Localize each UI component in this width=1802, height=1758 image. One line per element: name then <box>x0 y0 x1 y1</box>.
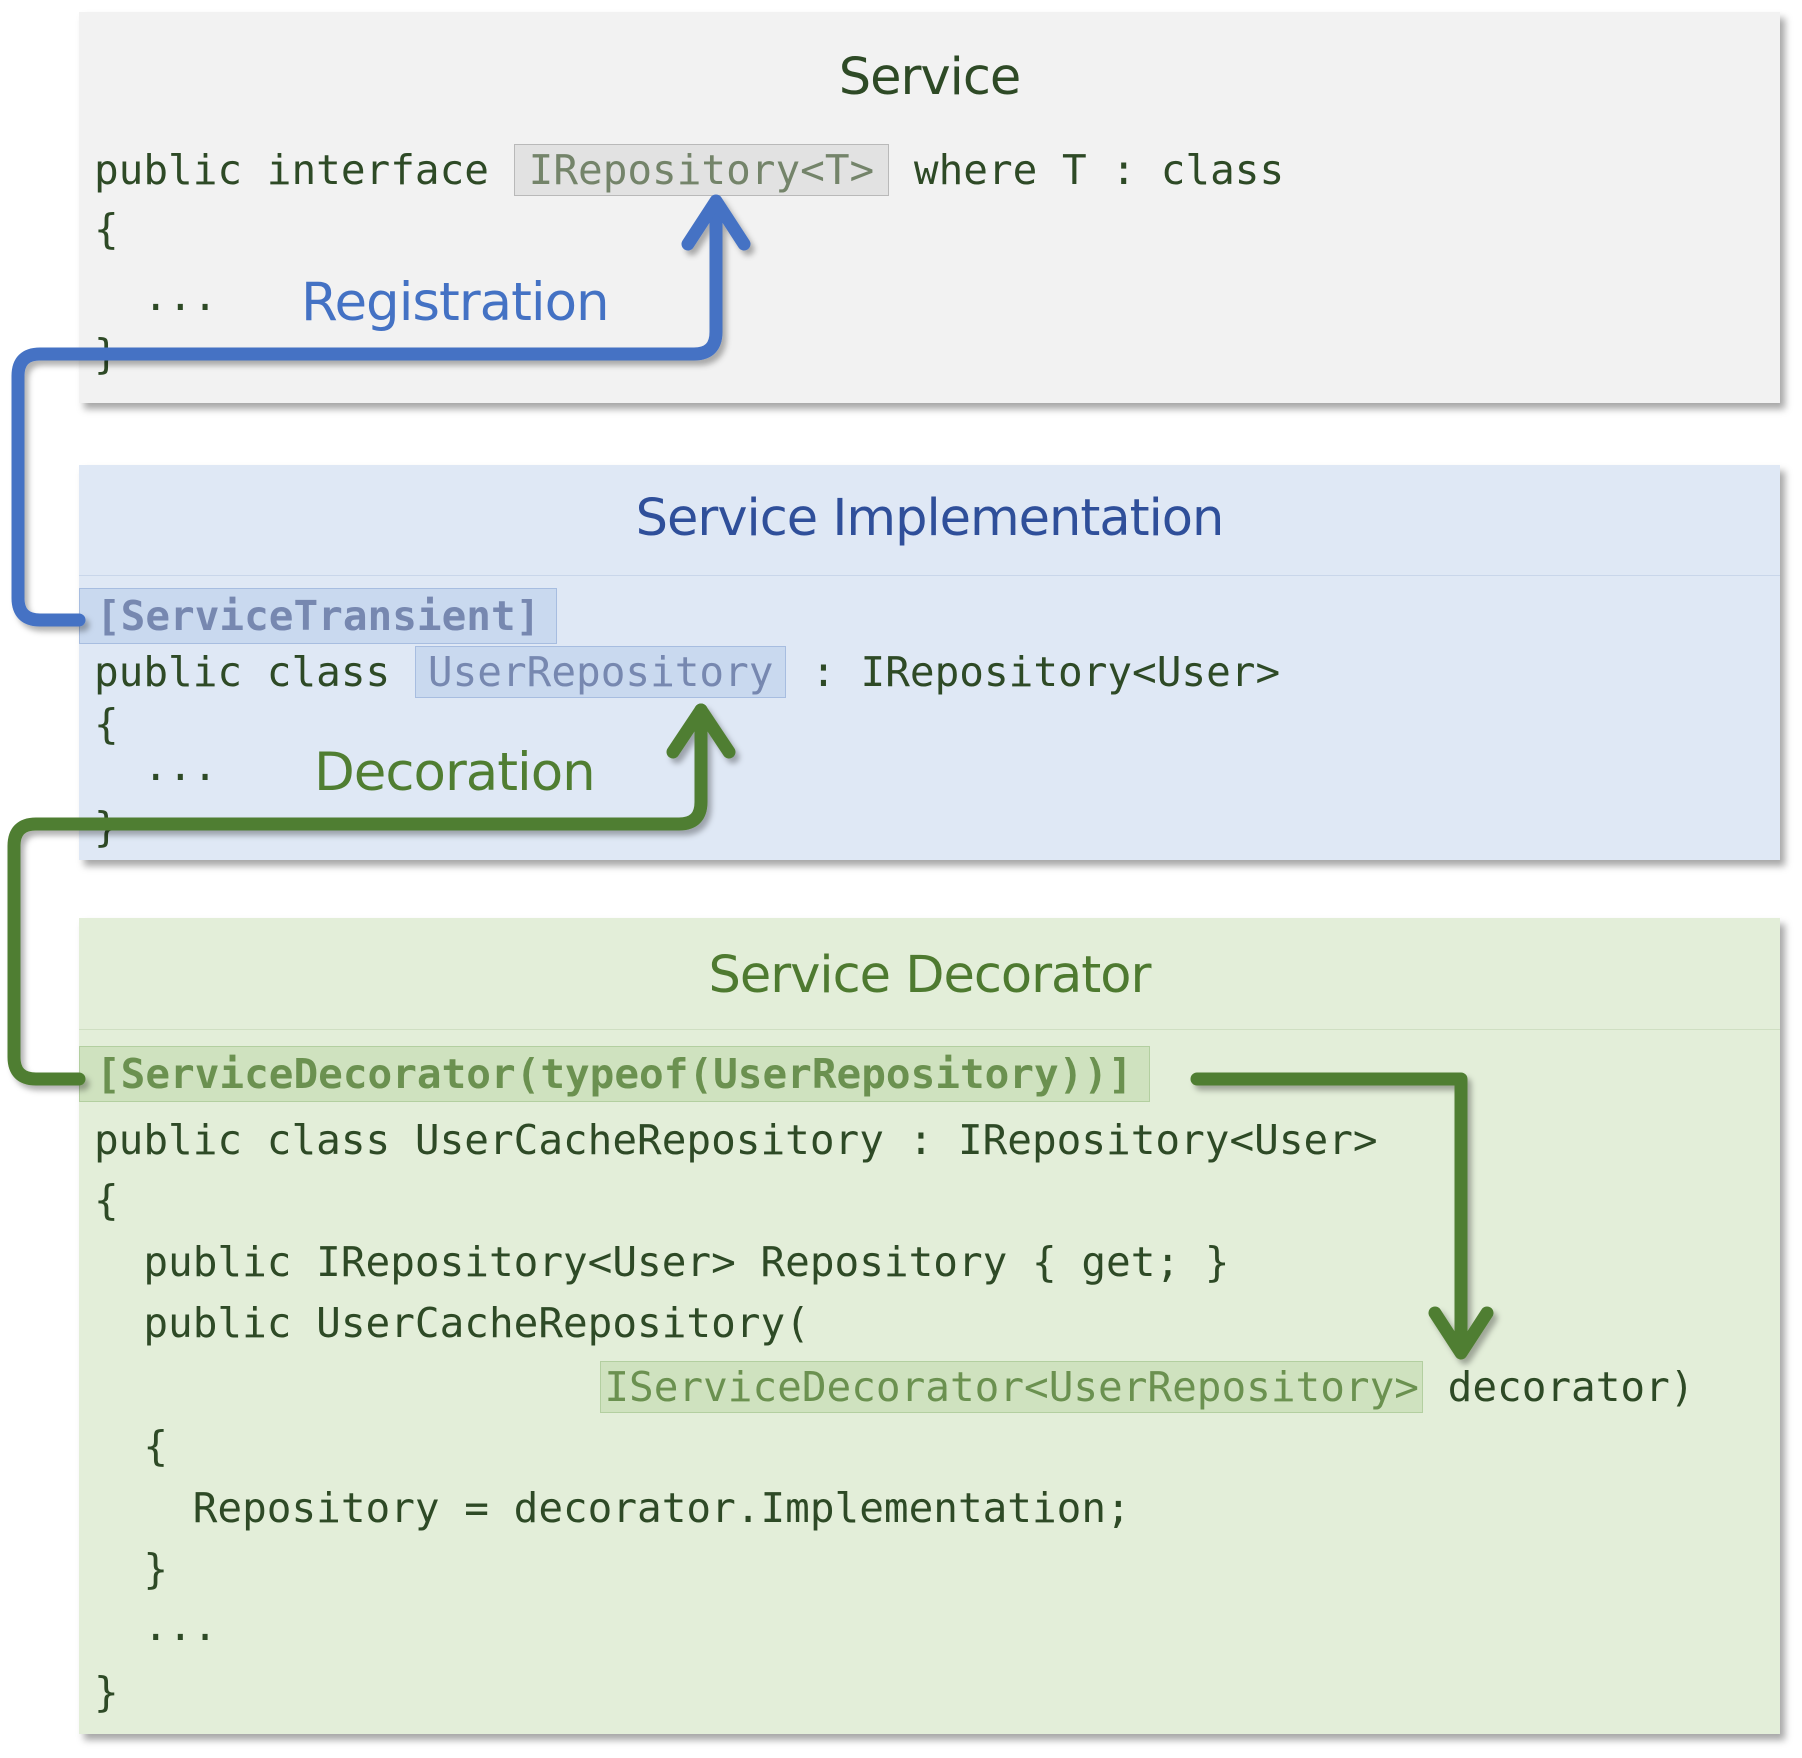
decorator-code-line-7: Repository = decorator.Implementation; <box>94 1484 1131 1532</box>
decorator-divider <box>79 1029 1780 1030</box>
service-panel: Service <box>79 12 1780 403</box>
service-constraint: where T : class <box>889 146 1285 194</box>
implementation-code-line-1: public class UserRepository : IRepositor… <box>94 646 1280 698</box>
decorator-code-line-1: public class UserCacheRepository : IRepo… <box>94 1116 1378 1164</box>
decorator-code-line-6: { <box>94 1422 169 1470</box>
implementation-code-line-2: { <box>94 700 119 748</box>
decoration-label: Decoration <box>314 742 596 803</box>
decorator-code-line-8: } <box>94 1545 169 1593</box>
implementation-divider <box>79 575 1780 576</box>
decorator-param-indent <box>94 1363 612 1411</box>
decorator-code-line-5: IServiceDecorator<UserRepository> decora… <box>94 1361 1694 1413</box>
decorator-title: Service Decorator <box>708 946 1152 1005</box>
decorator-parameter-name: decorator) <box>1422 1363 1695 1411</box>
registration-label: Registration <box>301 272 610 333</box>
service-transient-attribute: [ServiceTransient] <box>79 588 558 644</box>
implementation-class-name: UserRepository <box>414 646 787 698</box>
service-code-line-3: ... <box>94 272 218 320</box>
implementation-class-keyword: public class <box>94 648 415 696</box>
decorator-code-line-10: } <box>94 1668 119 1716</box>
decorator-code-line-2: { <box>94 1176 119 1224</box>
service-interface-keyword: public interface <box>94 146 514 194</box>
decorator-code-line-3: public IRepository<User> Repository { ge… <box>94 1238 1230 1286</box>
decorator-code-line-4: public UserCacheRepository( <box>94 1299 810 1347</box>
service-decorator-attribute: [ServiceDecorator(typeof(UserRepository)… <box>79 1046 1150 1102</box>
service-code-line-2: { <box>94 205 119 253</box>
decorator-parameter-type: IServiceDecorator<UserRepository> <box>600 1361 1423 1413</box>
decorator-code-line-9: ... <box>94 1602 218 1650</box>
service-code-line-4: } <box>94 330 119 378</box>
implementation-code-line-4: } <box>94 803 119 851</box>
service-interface-name: IRepository<T> <box>513 144 890 196</box>
implementation-title: Service Implementation <box>635 489 1225 548</box>
implementation-base-type: : IRepository<User> <box>786 648 1281 696</box>
service-code-line-1: public interface IRepository<T> where T … <box>94 144 1284 196</box>
service-title: Service <box>838 48 1022 107</box>
implementation-code-line-3: ... <box>94 742 218 790</box>
